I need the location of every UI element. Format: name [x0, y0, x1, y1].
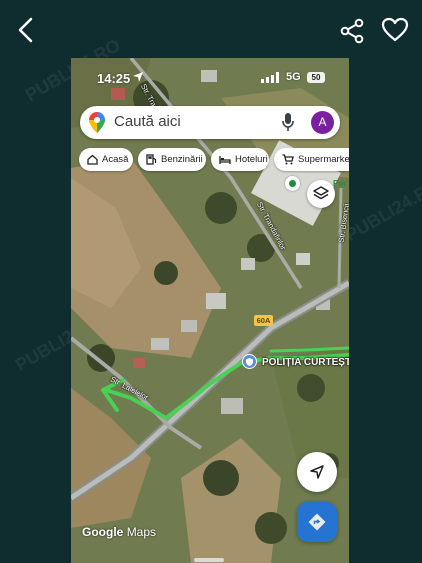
chip-home[interactable]: Acasă [79, 148, 133, 171]
back-button[interactable] [10, 14, 42, 46]
viewer-top-bar [0, 0, 422, 60]
directions-button[interactable] [297, 502, 337, 542]
chip-label: Acasă [102, 154, 129, 165]
chip-label: Benzinării [161, 154, 203, 165]
store-pin-icon[interactable] [285, 176, 300, 191]
google-wordmark: Google [82, 525, 124, 539]
map-screenshot: Str. Trandafirilor Str. Trandafirilor St… [71, 58, 349, 563]
search-input[interactable]: Caută aici [114, 113, 181, 130]
maps-wordmark: Maps [126, 525, 157, 539]
navigation-arrow-icon [310, 465, 324, 479]
poi-label[interactable]: POLIȚIA CURTEȘTI [262, 357, 349, 368]
share-icon [340, 18, 364, 44]
heart-outline-icon [381, 17, 409, 42]
chevron-left-icon [18, 17, 33, 43]
layers-button[interactable] [307, 180, 335, 208]
police-pin-icon[interactable] [242, 354, 257, 369]
location-arrow-icon [133, 72, 143, 82]
bottom-sheet-handle[interactable] [194, 558, 224, 562]
category-chips: Acasă Benzinării Hoteluri Supermarketu [79, 148, 349, 172]
network-type: 5G [286, 71, 301, 83]
share-button[interactable] [334, 14, 370, 48]
shopping-cart-icon [282, 154, 294, 165]
layers-icon [313, 186, 329, 200]
chip-hotel[interactable]: Hoteluri [211, 148, 269, 171]
chip-label: Hoteluri [235, 154, 268, 165]
microphone-icon[interactable] [282, 113, 294, 132]
chip-label: Supermarketu [298, 154, 349, 165]
store-label[interactable]: Por [333, 179, 346, 188]
maps-pin-icon [89, 112, 105, 133]
chip-fuel[interactable]: Benzinării [138, 148, 206, 171]
favorite-button[interactable] [376, 12, 414, 48]
fuel-pump-icon [146, 154, 157, 165]
watermark: PUBLI24.RO [341, 174, 422, 246]
status-bar: 14:25 5G 50 [71, 58, 349, 98]
my-location-button[interactable] [297, 452, 337, 492]
road-shield: 60A [254, 315, 273, 326]
home-icon [87, 154, 98, 165]
battery-icon: 50 [307, 72, 325, 83]
directions-icon [308, 513, 326, 531]
signal-icon [261, 72, 279, 83]
google-maps-logo: Google Maps [82, 525, 156, 539]
search-bar[interactable]: Caută aici A [80, 106, 340, 139]
avatar[interactable]: A [311, 111, 334, 134]
chip-supermarket[interactable]: Supermarketu [274, 148, 349, 171]
status-time: 14:25 [97, 71, 131, 86]
bed-icon [219, 155, 231, 164]
